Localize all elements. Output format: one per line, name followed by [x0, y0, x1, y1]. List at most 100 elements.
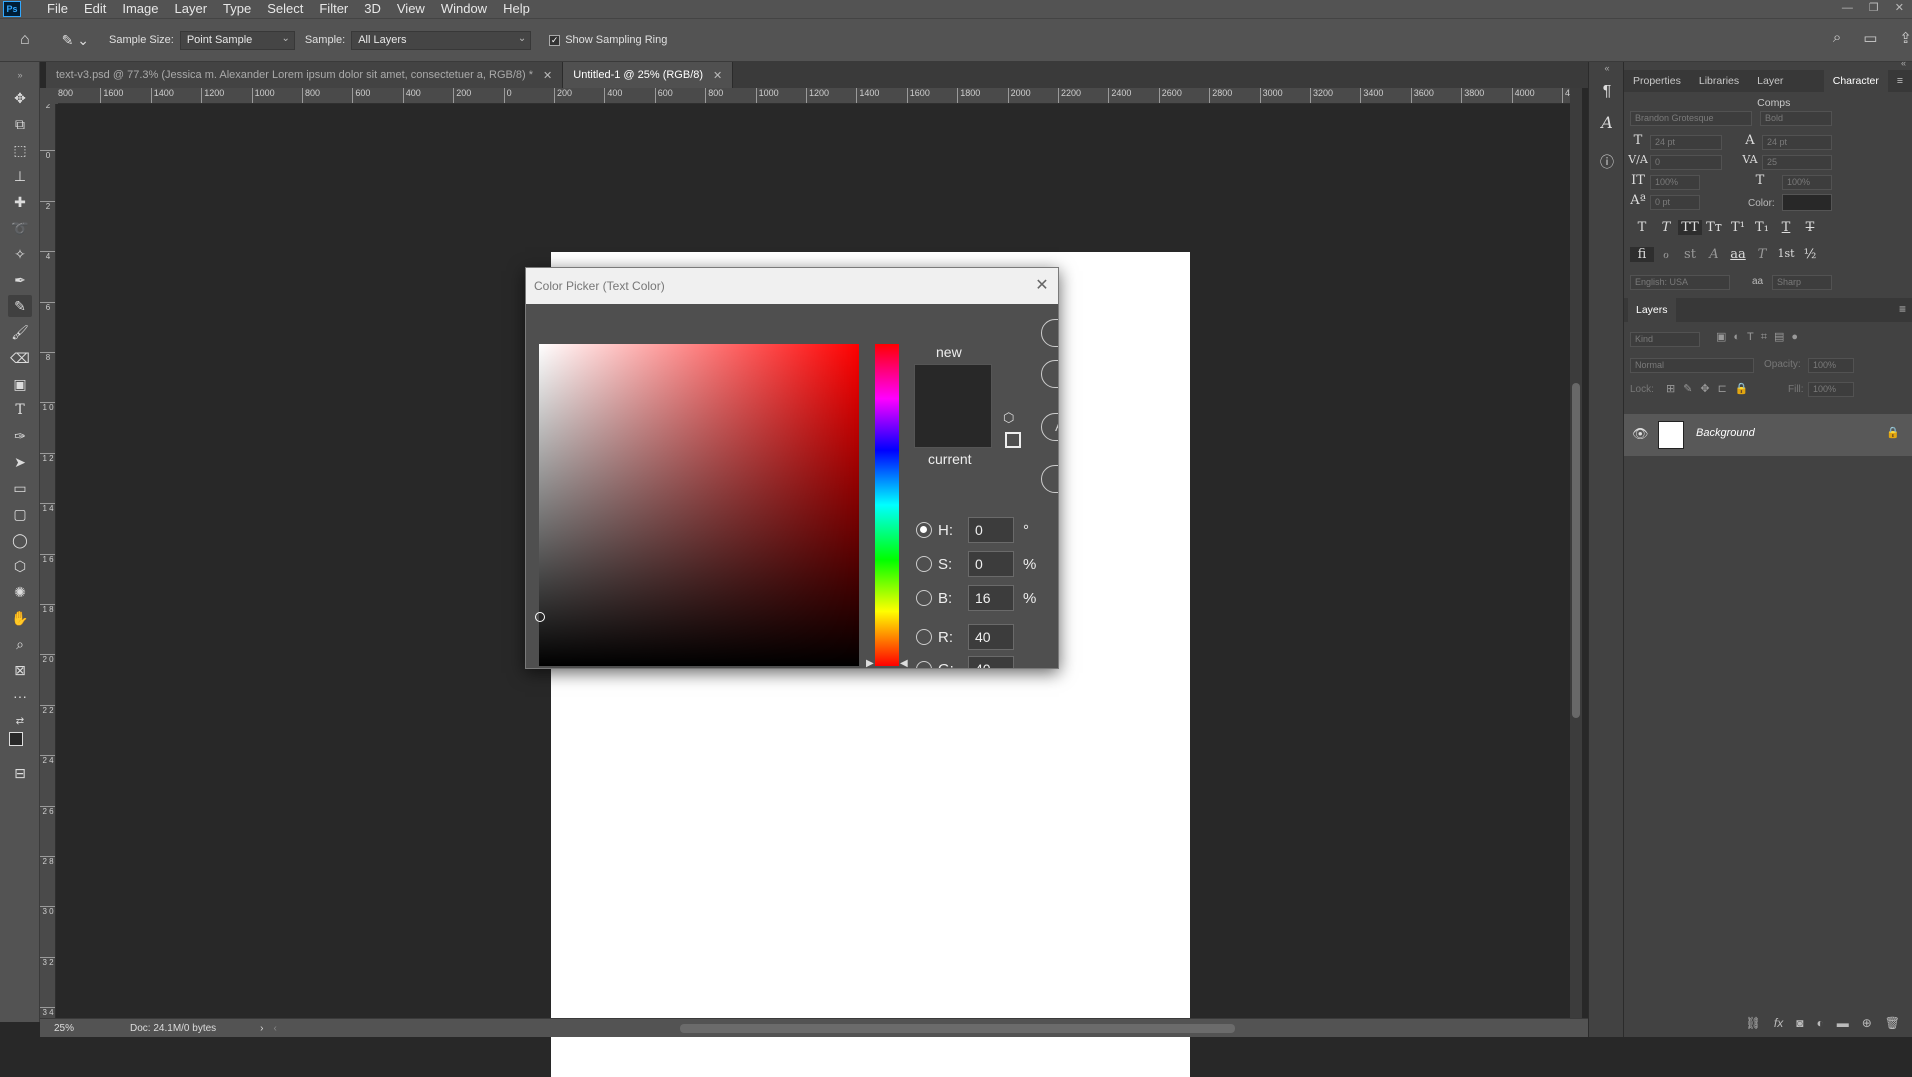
color-picker-marker[interactable]	[535, 612, 545, 622]
stamp-tool-icon[interactable]: ⊥	[8, 165, 32, 187]
scroll-left-icon[interactable]: ‹	[274, 1023, 277, 1034]
saturation-input[interactable]: 0	[968, 551, 1014, 577]
horizontal-scrollbar-thumb[interactable]	[680, 1024, 1235, 1033]
kerning-field[interactable]: 0	[1650, 155, 1722, 170]
hue-slider-right-arrow-icon[interactable]: ◀	[900, 658, 908, 668]
web-safe-color-icon[interactable]	[1005, 432, 1021, 448]
zoom-tool-icon[interactable]: ⌕	[8, 633, 32, 655]
adjustment-icon[interactable]: ◐	[1816, 1016, 1823, 1030]
layer-row-background[interactable]: 👁 Background 🔒	[1624, 414, 1912, 456]
ligatures-icon[interactable]: fi	[1630, 247, 1654, 262]
blend-mode-select[interactable]: Normal	[1630, 358, 1754, 373]
titling-alternates-icon[interactable]: aa	[1726, 247, 1750, 262]
leading-field[interactable]: 24 pt	[1762, 135, 1832, 150]
info-icon[interactable]: ⓘ	[1597, 152, 1617, 172]
ellipse-tool-icon[interactable]: ◯	[8, 529, 32, 551]
green-radio[interactable]	[916, 661, 932, 668]
fx-icon[interactable]: fx	[1774, 1016, 1783, 1030]
eyedropper-tool-icon[interactable]: ✎	[8, 295, 32, 317]
artboard-tool-icon[interactable]: ⧉	[8, 113, 32, 135]
rounded-rectangle-tool-icon[interactable]: ▢	[8, 503, 32, 525]
strikethrough-icon[interactable]: T	[1798, 220, 1822, 235]
more-tools-icon[interactable]: ···	[8, 685, 32, 707]
rectangle-tool-icon[interactable]: ▭	[8, 477, 32, 499]
screen-mode-icon[interactable]: ⊟	[8, 762, 32, 784]
menu-layer[interactable]: Layer	[167, 0, 216, 18]
language-select[interactable]: English: USA	[1630, 275, 1730, 290]
underline-icon[interactable]: T	[1774, 220, 1798, 235]
menu-select[interactable]: Select	[259, 0, 311, 18]
horizontal-scale-field[interactable]: 100%	[1782, 175, 1832, 190]
font-size-field[interactable]: 24 pt	[1650, 135, 1722, 150]
pen-tool-icon[interactable]: ✑	[8, 425, 32, 447]
ok-button[interactable]	[1041, 319, 1058, 347]
out-of-gamut-cube-icon[interactable]: ⬡	[1003, 410, 1021, 428]
status-arrow-icon[interactable]: ›	[260, 1023, 263, 1034]
brush-tool-icon[interactable]: 🖌	[8, 321, 32, 343]
workspace-icon[interactable]: ▭	[1863, 29, 1877, 47]
red-input[interactable]: 40	[968, 624, 1014, 650]
small-caps-icon[interactable]: Tᴛ	[1702, 220, 1726, 235]
paragraph-icon[interactable]: ¶	[1597, 82, 1617, 102]
menu-view[interactable]: View	[389, 0, 433, 18]
magic-wand-tool-icon[interactable]: ✧	[8, 243, 32, 265]
brightness-radio[interactable]	[916, 590, 932, 606]
collapse-dock-icon[interactable]: «	[1901, 58, 1906, 68]
discretionary-ligatures-icon[interactable]: ℴ	[1654, 247, 1678, 262]
menu-help[interactable]: Help	[495, 0, 538, 18]
tab-text-v3[interactable]: text-v3.psd @ 77.3% (Jessica m. Alexande…	[46, 62, 564, 88]
dialog-title-bar[interactable]: Color Picker (Text Color) ✕	[526, 268, 1058, 304]
marquee-tool-icon[interactable]: ⬚	[8, 139, 32, 161]
zoom-level[interactable]: 25%	[54, 1023, 74, 1034]
foreground-color-swatch[interactable]	[9, 732, 23, 746]
new-layer-icon[interactable]: ⊕	[1862, 1016, 1872, 1030]
saturation-brightness-field[interactable]	[535, 344, 859, 666]
close-window-icon[interactable]: ✕	[1895, 0, 1904, 16]
close-icon[interactable]: ✕	[713, 69, 722, 82]
tab-layers[interactable]: Layers	[1628, 298, 1676, 322]
eye-icon[interactable]: 👁	[1632, 426, 1649, 442]
menu-window[interactable]: Window	[433, 0, 495, 18]
layer-filter-select[interactable]: Kind	[1630, 332, 1700, 347]
swash-icon[interactable]: A	[1702, 247, 1726, 262]
tab-character[interactable]: Character	[1823, 70, 1888, 92]
fill-field[interactable]: 100%	[1808, 382, 1854, 397]
layer-name[interactable]: Background	[1696, 427, 1755, 439]
tab-untitled-1[interactable]: Untitled-1 @ 25% (RGB/8) ✕	[563, 62, 734, 88]
lock-icon[interactable]: 🔒	[1886, 426, 1900, 439]
eyedropper-preset-icon[interactable]: ✎ ⌄	[62, 32, 89, 49]
cancel-button[interactable]	[1041, 360, 1058, 388]
menu-image[interactable]: Image	[114, 0, 166, 18]
search-icon[interactable]: ⌕	[1833, 29, 1841, 47]
ordinals-icon[interactable]: 1st	[1774, 247, 1798, 260]
font-family-select[interactable]: Brandon Grotesque	[1630, 111, 1752, 126]
menu-type[interactable]: Type	[215, 0, 259, 18]
close-icon[interactable]: ✕	[543, 69, 552, 82]
vertical-scrollbar[interactable]	[1570, 88, 1582, 1018]
green-input[interactable]: 40	[968, 656, 1014, 668]
collapse-panels-icon[interactable]: «	[1597, 58, 1617, 78]
sample-size-select[interactable]: Point Sample ⌄	[179, 30, 295, 50]
tab-layer-comps[interactable]: Layer Comps	[1748, 70, 1824, 109]
tab-libraries[interactable]: Libraries	[1690, 70, 1748, 92]
minimize-icon[interactable]: —	[1842, 0, 1853, 16]
font-style-select[interactable]: Bold	[1760, 111, 1832, 126]
hue-input[interactable]: 0	[968, 517, 1014, 543]
color-swatch-preview[interactable]	[914, 364, 992, 448]
menu-filter[interactable]: Filter	[311, 0, 356, 18]
faux-italic-icon[interactable]: T	[1654, 220, 1678, 235]
eraser-tool-icon[interactable]: ⌫	[8, 347, 32, 369]
glyphs-icon[interactable]: A	[1597, 112, 1617, 132]
type-tool-icon[interactable]: T	[8, 399, 32, 421]
tracking-field[interactable]: 25	[1762, 155, 1832, 170]
gradient-tool-icon[interactable]: ▣	[8, 373, 32, 395]
red-radio[interactable]	[916, 629, 932, 645]
sample-select[interactable]: All Layers ⌄	[351, 30, 532, 50]
all-caps-icon[interactable]: TT	[1678, 220, 1702, 235]
trash-icon[interactable]: 🗑	[1885, 1016, 1900, 1030]
swap-colors-icon[interactable]: ⇄	[8, 710, 32, 732]
opacity-field[interactable]: 100%	[1808, 358, 1854, 373]
vertical-scale-field[interactable]: 100%	[1650, 175, 1700, 190]
lock-icons[interactable]: ⊞✎✥⊏🔒	[1666, 382, 1757, 395]
add-to-swatches-button[interactable]: A	[1041, 413, 1058, 441]
